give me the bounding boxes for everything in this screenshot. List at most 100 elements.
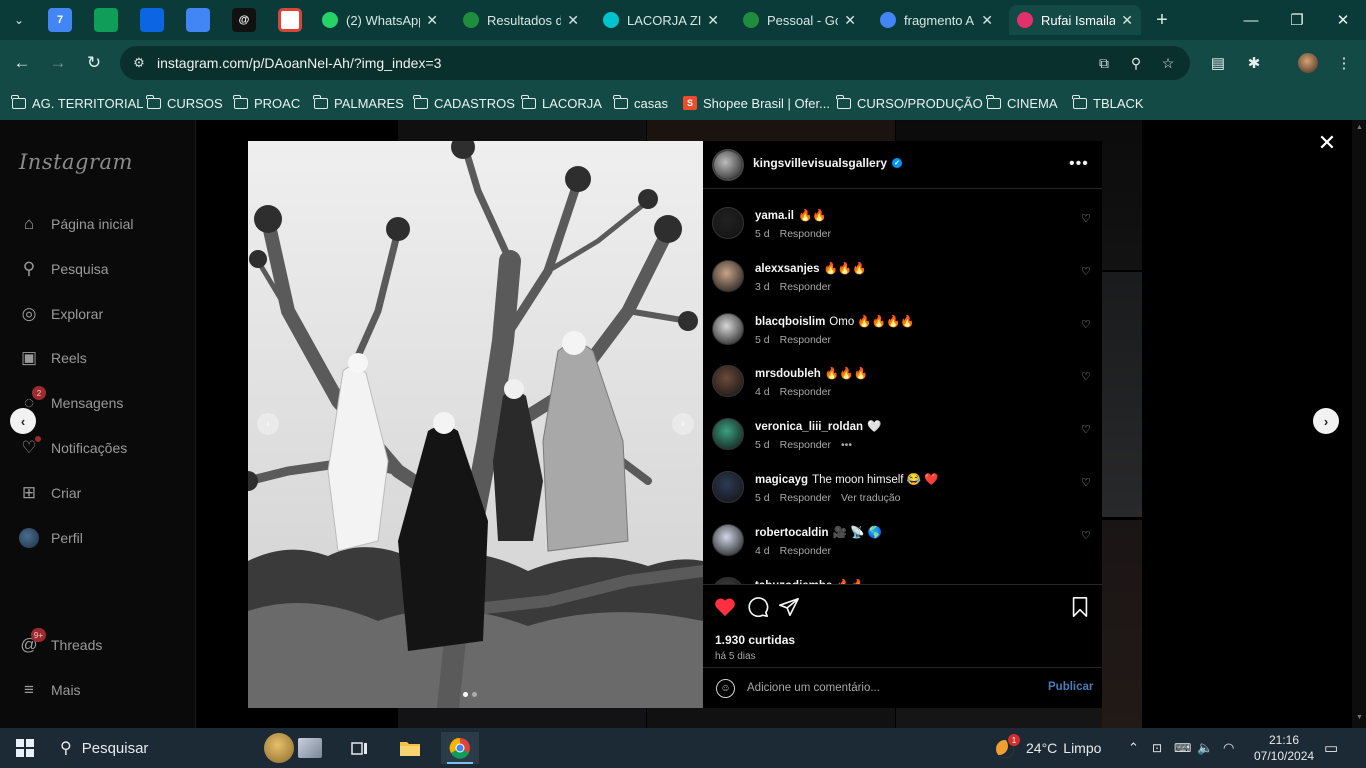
bookmark-5[interactable]: LACORJA <box>521 92 602 114</box>
bookmark-star-icon[interactable]: ☆ <box>1158 53 1178 73</box>
commenter-avatar[interactable] <box>712 207 744 239</box>
pinned-tab-threads[interactable]: @ <box>232 8 256 32</box>
commenter-avatar[interactable] <box>712 259 744 292</box>
page-scrollbar[interactable]: ▲ ▼ <box>1352 120 1366 728</box>
comment-like-heart-icon[interactable]: ♡ <box>1081 212 1091 225</box>
address-bar[interactable]: ⚙ instagram.com/p/DAoanNel-Ah/?img_index… <box>120 46 1190 80</box>
weather-widget[interactable]: 1 24°C Limpo <box>994 728 1101 768</box>
restore-button[interactable]: ❐ <box>1274 0 1320 40</box>
sidebar-item-heart[interactable]: ♡ Notificações <box>18 434 127 462</box>
reply-button[interactable]: Responder <box>780 439 831 451</box>
taskbar-clock[interactable]: 21:16 07/10/2024 <box>1254 732 1314 764</box>
site-info-icon[interactable]: ⚙ <box>130 54 148 72</box>
sidebar-item-profile-avatar[interactable]: Perfil <box>18 524 83 552</box>
scroll-down-arrow-icon[interactable]: ▼ <box>1356 714 1363 721</box>
comment-options-icon[interactable]: ••• <box>841 439 852 451</box>
post-author[interactable]: kingsvillevisualsgallery ✓ <box>753 156 903 170</box>
ime-icon[interactable]: ⌨ <box>1174 728 1191 768</box>
bookmark-4[interactable]: CADASTROS <box>413 92 515 114</box>
tab-close-icon[interactable]: ✕ <box>1121 12 1133 29</box>
pinned-tab-docs[interactable] <box>186 8 210 32</box>
close-window-button[interactable]: ✕ <box>1320 0 1366 40</box>
next-post-button[interactable]: › <box>1313 408 1339 434</box>
tab-2[interactable]: LACORJA ZIN ✕ <box>595 5 727 35</box>
url-text[interactable]: instagram.com/p/DAoanNel-Ah/?img_index=3 <box>157 55 441 71</box>
back-button[interactable]: ← <box>7 48 37 78</box>
comment-like-heart-icon[interactable]: ♡ <box>1081 318 1091 331</box>
comment-icon[interactable] <box>746 595 770 619</box>
pinned-tab-google-app[interactable] <box>278 8 302 32</box>
docs-extension-icon[interactable]: ▤ <box>1207 52 1229 74</box>
start-button[interactable] <box>16 739 34 757</box>
reply-button[interactable]: Responder <box>780 386 831 398</box>
tab-1[interactable]: Resultados d ✕ <box>455 5 587 35</box>
reply-button[interactable]: Responder <box>780 492 831 504</box>
sidebar-item-search[interactable]: ⚲ Pesquisa <box>18 255 109 283</box>
publish-button[interactable]: Publicar <box>1048 681 1093 693</box>
volume-icon[interactable]: 🔈 <box>1197 728 1213 768</box>
tab-close-icon[interactable]: ✕ <box>567 12 579 29</box>
more-options-icon[interactable]: ••• <box>1069 155 1089 173</box>
sidebar-item-plus-square[interactable]: ⊞ Criar <box>18 479 81 507</box>
comment-username[interactable]: blacqboislim <box>755 316 825 328</box>
tab-search-button[interactable]: ⌄ <box>6 7 32 33</box>
bookmark-7[interactable]: S Shopee Brasil | Ofer... <box>683 92 830 114</box>
commenter-avatar[interactable] <box>712 471 744 503</box>
reload-button[interactable]: ↻ <box>79 48 109 78</box>
comment-like-heart-icon[interactable]: ♡ <box>1081 370 1091 383</box>
comment-username[interactable]: magicayg <box>755 474 808 486</box>
previous-post-button[interactable]: ‹ <box>10 408 36 434</box>
comment-username[interactable]: alexxsanjes <box>755 263 820 275</box>
network-camera-icon[interactable]: ⊡ <box>1152 728 1162 768</box>
scroll-up-arrow-icon[interactable]: ▲ <box>1356 124 1363 131</box>
wifi-icon[interactable]: ◠ <box>1223 728 1234 768</box>
tab-0[interactable]: (2) WhatsApp ✕ <box>314 5 446 35</box>
save-bookmark-icon[interactable] <box>1068 595 1092 619</box>
extensions-puzzle-icon[interactable]: ✱ <box>1243 52 1265 74</box>
reply-button[interactable]: Responder <box>780 281 831 293</box>
comment-like-heart-icon[interactable]: ♡ <box>1081 423 1091 436</box>
commenter-avatar[interactable] <box>712 418 744 451</box>
comment-like-heart-icon[interactable]: ♡ <box>1081 529 1091 542</box>
bookmark-9[interactable]: CINEMA <box>986 92 1058 114</box>
reply-button[interactable]: Responder <box>780 334 831 346</box>
see-translation-link[interactable]: Ver tradução <box>841 492 901 504</box>
tab-close-icon[interactable]: ✕ <box>844 12 856 29</box>
next-image-button[interactable]: › <box>672 413 694 435</box>
minimize-button[interactable]: — <box>1228 0 1274 40</box>
reply-button[interactable]: Responder <box>780 228 831 240</box>
comment-like-heart-icon[interactable]: ♡ <box>1081 476 1091 489</box>
commenter-avatar[interactable] <box>712 365 744 398</box>
tab-4[interactable]: fragmento A ✕ <box>872 5 1001 35</box>
like-heart-icon[interactable] <box>713 595 737 619</box>
pinned-tab-trello[interactable] <box>140 8 164 32</box>
bookmark-0[interactable]: AG. TERRITORIAL <box>11 92 144 114</box>
sidebar-item-compass[interactable]: ◎ Explorar <box>18 300 104 328</box>
close-modal-icon[interactable]: ✕ <box>1316 130 1338 155</box>
post-image[interactable]: ‹ › <box>248 141 703 708</box>
comment-like-heart-icon[interactable]: ♡ <box>1081 265 1091 278</box>
zoom-icon[interactable]: ⚲ <box>1126 53 1146 73</box>
bookmark-1[interactable]: CURSOS <box>146 92 223 114</box>
commenter-avatar[interactable] <box>712 523 744 556</box>
sidebar-item-reels[interactable]: ▣ Reels <box>18 344 87 372</box>
tab-close-icon[interactable]: ✕ <box>981 12 993 29</box>
sidebar-item-menu[interactable]: ≡ Mais <box>18 676 81 704</box>
bookmark-3[interactable]: PALMARES <box>313 92 404 114</box>
emoji-icon[interactable]: ☺ <box>716 679 735 698</box>
previous-image-button[interactable]: ‹ <box>257 413 279 435</box>
tab-5[interactable]: Rufai Ismaila ✕ <box>1009 5 1141 35</box>
share-send-icon[interactable] <box>777 595 801 619</box>
browser-menu-icon[interactable]: ⋮ <box>1333 52 1355 74</box>
bookmark-2[interactable]: PROAC <box>233 92 300 114</box>
sidebar-item-threads[interactable]: @9+ Threads <box>18 628 102 659</box>
comment-username[interactable]: yama.il <box>755 210 794 222</box>
file-explorer-icon[interactable] <box>391 732 429 764</box>
search-highlight-image[interactable] <box>258 732 328 764</box>
tab-close-icon[interactable]: ✕ <box>426 12 438 29</box>
bookmark-6[interactable]: casas <box>613 92 668 114</box>
likes-count[interactable]: 1.930 curtidas <box>715 633 795 647</box>
chrome-taskbar-icon[interactable] <box>441 732 479 764</box>
new-tab-button[interactable]: + <box>1150 8 1174 32</box>
sidebar-item-home[interactable]: ⌂ Página inicial <box>18 210 134 238</box>
